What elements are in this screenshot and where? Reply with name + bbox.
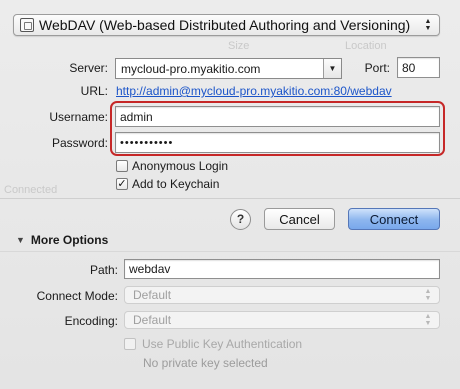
ghost-text-size: Size (228, 40, 250, 52)
url-link[interactable]: http://admin@mycloud-pro.myakitio.com:80… (116, 84, 392, 98)
protocol-label: WebDAV (Web-based Distributed Authoring … (39, 17, 411, 33)
username-label: Username: (49, 110, 108, 124)
connect-mode-value: Default (133, 288, 172, 302)
add-to-keychain-checkbox[interactable]: ✓ (116, 178, 128, 190)
more-options-divider (0, 251, 460, 252)
encoding-label: Encoding: (64, 314, 118, 328)
port-value: 80 (402, 60, 416, 75)
url-label: URL: (80, 84, 108, 98)
ghost-text-connected: Connected (4, 184, 58, 196)
connect-button[interactable]: Connect (348, 208, 440, 230)
popup-stepper-icon: ▲ ▼ (424, 288, 432, 302)
port-label: Port: (364, 61, 390, 75)
server-value[interactable]: mycloud-pro.myakitio.com (116, 62, 323, 76)
ghost-text-location: Location (345, 40, 387, 52)
password-label: Password: (51, 136, 108, 150)
path-value: webdav (129, 262, 171, 276)
connect-mode-label: Connect Mode: (36, 289, 118, 303)
public-key-label[interactable]: Use Public Key Authentication (142, 337, 302, 351)
connection-sheet: Size Location Connected WebDAV (Web-base… (0, 0, 460, 389)
disk-icon (20, 18, 34, 32)
encoding-value: Default (133, 313, 172, 327)
path-field[interactable]: webdav (124, 259, 440, 279)
protocol-popup[interactable]: WebDAV (Web-based Distributed Authoring … (13, 14, 440, 36)
anonymous-login-label[interactable]: Anonymous Login (132, 159, 228, 173)
connect-mode-popup[interactable]: Default ▲ ▼ (124, 286, 440, 304)
popup-stepper-icon: ▲ ▼ (424, 18, 432, 32)
port-field[interactable]: 80 (397, 57, 440, 78)
section-divider (0, 198, 460, 199)
cancel-button[interactable]: Cancel (264, 208, 335, 230)
credentials-highlight (110, 101, 445, 156)
public-key-checkbox[interactable] (124, 338, 136, 350)
add-to-keychain-label[interactable]: Add to Keychain (132, 177, 219, 191)
popup-stepper-icon: ▲ ▼ (424, 313, 432, 327)
path-label: Path: (89, 263, 118, 277)
more-options-label: More Options (30, 233, 109, 247)
no-private-key-text: No private key selected (143, 356, 268, 370)
chevron-down-icon[interactable]: ▼ (323, 59, 341, 78)
disclosure-triangle-icon[interactable]: ▼ (16, 235, 25, 245)
server-label: Server: (69, 61, 108, 75)
encoding-popup[interactable]: Default ▲ ▼ (124, 311, 440, 329)
anonymous-login-checkbox[interactable] (116, 160, 128, 172)
more-options-disclosure[interactable]: ▼ More Options (16, 233, 108, 247)
help-button[interactable]: ? (230, 209, 251, 230)
server-combobox[interactable]: mycloud-pro.myakitio.com ▼ (115, 58, 342, 79)
